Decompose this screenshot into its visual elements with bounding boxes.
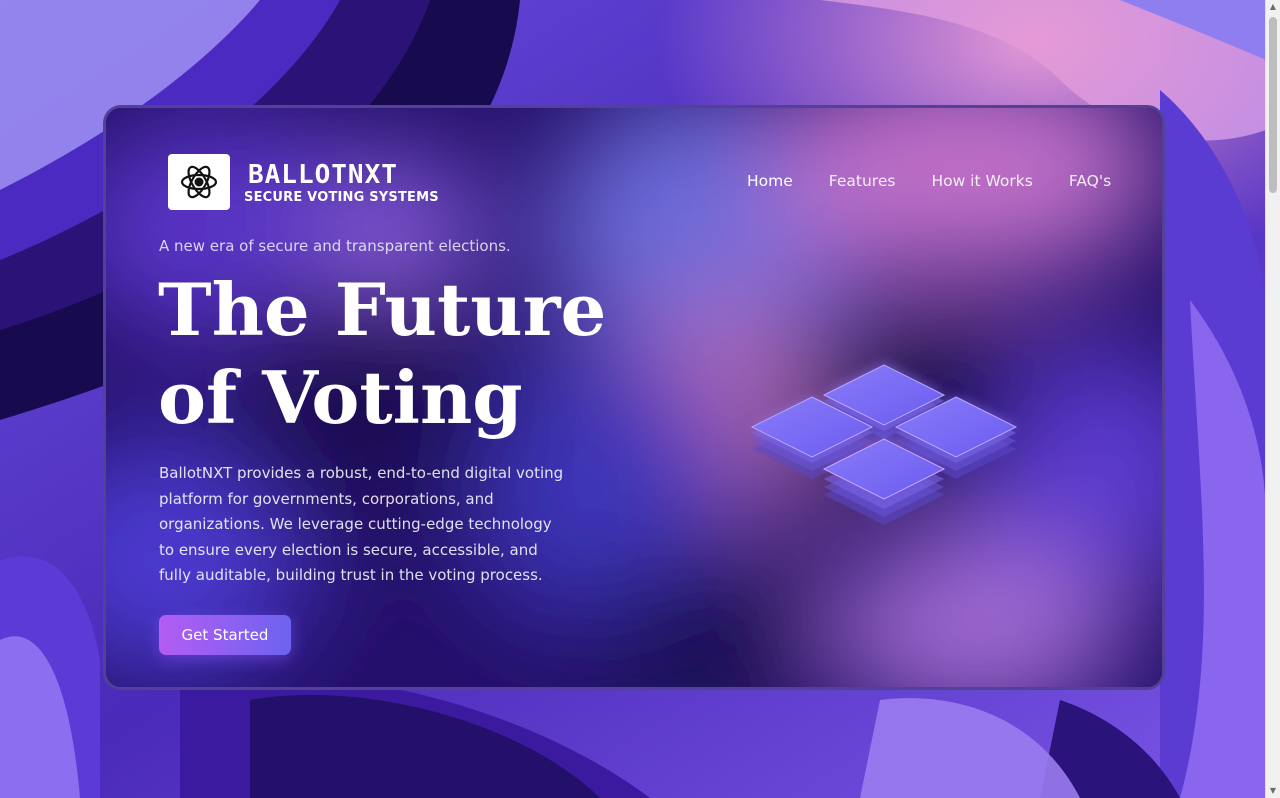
hero-card: BALLOTNXT SECURE VOTING SYSTEMS Home Fea…: [103, 105, 1165, 690]
scroll-down-arrow-icon[interactable]: ▼: [1266, 784, 1280, 798]
hero-description: BallotNXT provides a robust, end-to-end …: [159, 464, 564, 584]
hero-title-line-2: of Voting: [158, 355, 523, 440]
nav-faqs[interactable]: FAQ's: [1069, 172, 1111, 190]
atom-icon: [180, 165, 218, 199]
hero-subtitle: A new era of secure and transparent elec…: [159, 237, 511, 255]
page-scrollbar[interactable]: ▲ ▼: [1265, 0, 1280, 798]
logo-mark[interactable]: [168, 154, 230, 210]
brand-tagline: SECURE VOTING SYSTEMS: [244, 190, 439, 205]
hero-title: The Future of Voting: [158, 266, 606, 442]
nav-features[interactable]: Features: [829, 172, 896, 190]
get-started-button[interactable]: Get Started: [159, 615, 291, 655]
isometric-tiles-icon: [750, 363, 1018, 525]
main-nav: Home Features How it Works FAQ's: [747, 172, 1111, 190]
brand-name: BALLOTNXT: [248, 160, 398, 190]
scroll-thumb[interactable]: [1269, 17, 1277, 193]
nav-how-it-works[interactable]: How it Works: [931, 172, 1032, 190]
hero-title-line-1: The Future: [158, 267, 607, 352]
nav-home[interactable]: Home: [747, 172, 793, 190]
scroll-up-arrow-icon[interactable]: ▲: [1266, 0, 1280, 14]
